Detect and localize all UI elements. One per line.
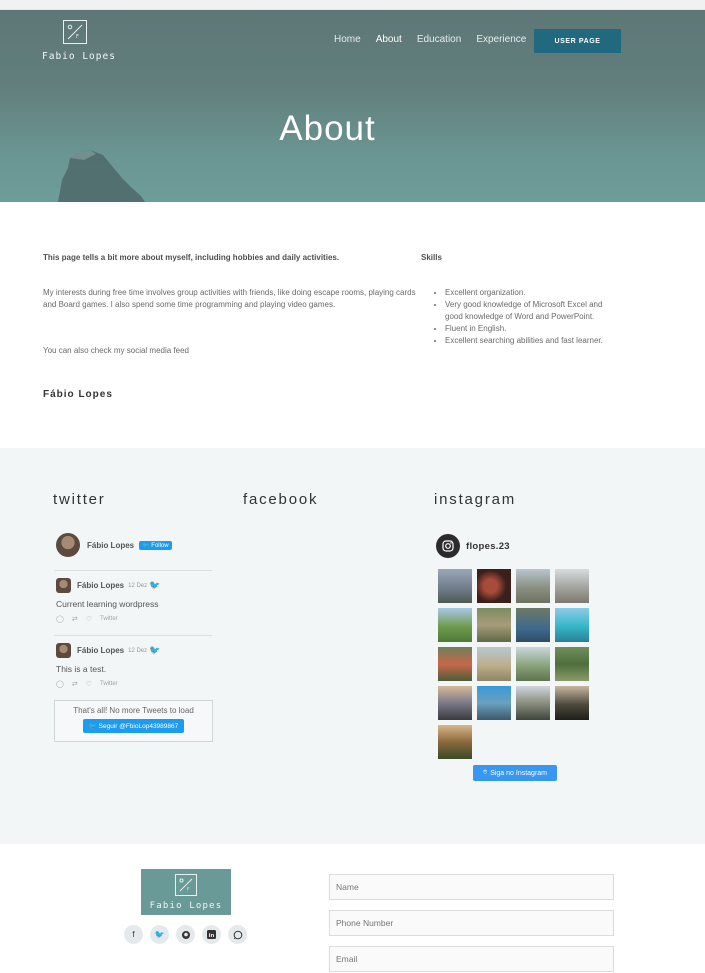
instagram-photo[interactable] <box>438 608 472 642</box>
nav-experience[interactable]: Experience <box>476 34 526 45</box>
instagram-photo[interactable] <box>438 569 472 603</box>
page-title: About <box>279 109 376 148</box>
instagram-photo[interactable] <box>516 569 550 603</box>
no-more-tweets-box: That's all! No more Tweets to load 🐦 Seg… <box>54 700 213 742</box>
instagram-photo[interactable] <box>438 725 472 759</box>
instagram-title: instagram <box>434 491 517 508</box>
facebook-icon[interactable]: f <box>124 925 143 944</box>
twitter-profile-name[interactable]: Fábio Lopes <box>87 541 134 550</box>
instagram-follow-label: Siga no Instagram <box>490 769 547 777</box>
svg-text:F: F <box>76 34 79 40</box>
instagram-photo-grid <box>438 569 594 759</box>
tweet: Fábio Lopes 12 Dez 🐦 Current learning wo… <box>56 578 214 623</box>
twitter-title: twitter <box>53 491 106 508</box>
footer-social-icons: f 🐦 in <box>124 925 247 944</box>
tweet-source-link[interactable]: Twitter <box>100 616 118 622</box>
hero-banner: F Fabio Lopes Home About Education Exper… <box>0 10 705 202</box>
retweet-icon[interactable]: ⇄ <box>72 680 78 688</box>
skills-title: Skills <box>421 253 442 262</box>
logo-name: Fabio Lopes <box>42 51 116 62</box>
instagram-follow-button[interactable]: ⌾ Siga no Instagram <box>473 765 557 781</box>
social-feed-text: You can also check my social media feed <box>43 346 190 355</box>
about-intro: This page tells a bit more about myself,… <box>43 253 340 262</box>
site-logo[interactable]: F Fabio Lopes <box>42 20 116 62</box>
twitter-icon[interactable]: 🐦 <box>150 925 169 944</box>
instagram-photo[interactable] <box>477 569 511 603</box>
instagram-icon: ⌾ <box>482 769 488 776</box>
tweet-author[interactable]: Fábio Lopes <box>77 581 124 590</box>
skill-item: Very good knowledge of Microsoft Excel a… <box>445 299 610 323</box>
main-nav: Home About Education Experience <box>334 34 541 45</box>
instagram-photo[interactable] <box>438 686 472 720</box>
twitter-bird-icon: 🐦 <box>149 645 161 655</box>
github-icon[interactable] <box>176 925 195 944</box>
tweet: Fábio Lopes 12 Dez 🐦 This is a test. ◯ ⇄… <box>56 643 214 688</box>
twitter-follow-button[interactable]: 🐦 Follow <box>139 540 172 550</box>
instagram-username[interactable]: flopes.23 <box>466 541 510 552</box>
user-page-button[interactable]: USER PAGE <box>534 29 621 53</box>
instagram-photo[interactable] <box>555 608 589 642</box>
footer-logo-name: Fabio Lopes <box>149 901 223 911</box>
instagram-photo[interactable] <box>555 647 589 681</box>
svg-text:in: in <box>209 933 215 939</box>
tweet-text: Current learning wordpress <box>56 599 159 609</box>
twitter-seguir-button[interactable]: 🐦 Seguir @FbioLop43989867 <box>82 719 185 733</box>
like-icon[interactable]: ♡ <box>86 615 92 623</box>
divider <box>54 635 212 636</box>
tweet-date[interactable]: 12 Dez <box>128 648 147 654</box>
name-field[interactable] <box>329 874 614 900</box>
signature: Fábio Lopes <box>43 389 113 400</box>
logo-mark-icon: F <box>175 874 197 896</box>
tweet-source-link[interactable]: Twitter <box>100 681 118 687</box>
like-icon[interactable]: ♡ <box>86 680 92 688</box>
social-feeds-section: twitter facebook instagram Fábio Lopes 🐦… <box>0 448 705 844</box>
phone-field[interactable] <box>329 910 614 936</box>
tweet-text: This is a test. <box>56 664 107 674</box>
twitter-profile: Fábio Lopes 🐦 Follow <box>56 533 172 557</box>
avatar[interactable] <box>56 643 71 658</box>
instagram-photo[interactable] <box>555 569 589 603</box>
twitter-bird-icon: 🐦 <box>88 723 97 730</box>
skill-item: Fluent in English. <box>445 323 610 335</box>
instagram-photo[interactable] <box>516 647 550 681</box>
about-paragraph: My interests during free time involves g… <box>43 288 416 309</box>
email-field[interactable] <box>329 946 614 972</box>
skill-item: Excellent searching abilities and fast l… <box>445 335 610 347</box>
instagram-photo[interactable] <box>477 608 511 642</box>
reply-icon[interactable]: ◯ <box>56 680 64 688</box>
instagram-profile: flopes.23 <box>436 534 510 558</box>
instagram-photo[interactable] <box>477 647 511 681</box>
instagram-photo[interactable] <box>516 686 550 720</box>
avatar[interactable] <box>56 533 80 557</box>
skills-list: Excellent organization. Very good knowle… <box>445 287 610 347</box>
nav-home[interactable]: Home <box>334 34 361 45</box>
instagram-photo[interactable] <box>555 686 589 720</box>
nav-education[interactable]: Education <box>417 34 461 45</box>
facebook-title: facebook <box>243 491 319 508</box>
tweet-date[interactable]: 12 Dez <box>128 583 147 589</box>
whatsapp-icon[interactable] <box>228 925 247 944</box>
instagram-photo[interactable] <box>438 647 472 681</box>
twitter-bird-icon: 🐦 <box>142 542 150 549</box>
nav-about[interactable]: About <box>376 34 402 45</box>
linkedin-icon[interactable]: in <box>202 925 221 944</box>
divider <box>54 570 212 571</box>
skill-item: Excellent organization. <box>445 287 610 299</box>
reply-icon[interactable]: ◯ <box>56 615 64 623</box>
retweet-icon[interactable]: ⇄ <box>72 615 78 623</box>
browser-top-strip <box>0 0 705 10</box>
tweet-author[interactable]: Fábio Lopes <box>77 646 124 655</box>
avatar[interactable] <box>56 578 71 593</box>
instagram-photo[interactable] <box>516 608 550 642</box>
instagram-photo[interactable] <box>477 686 511 720</box>
footer-logo[interactable]: F Fabio Lopes <box>141 869 231 915</box>
logo-mark-icon: F <box>63 20 87 44</box>
no-more-tweets-text: That's all! No more Tweets to load <box>73 706 194 715</box>
twitter-bird-icon: 🐦 <box>149 580 161 590</box>
seguir-label: Seguir @FbioLop43989867 <box>98 723 179 730</box>
follow-label: Follow <box>151 542 169 549</box>
instagram-icon[interactable] <box>436 534 460 558</box>
svg-text:F: F <box>187 887 190 893</box>
